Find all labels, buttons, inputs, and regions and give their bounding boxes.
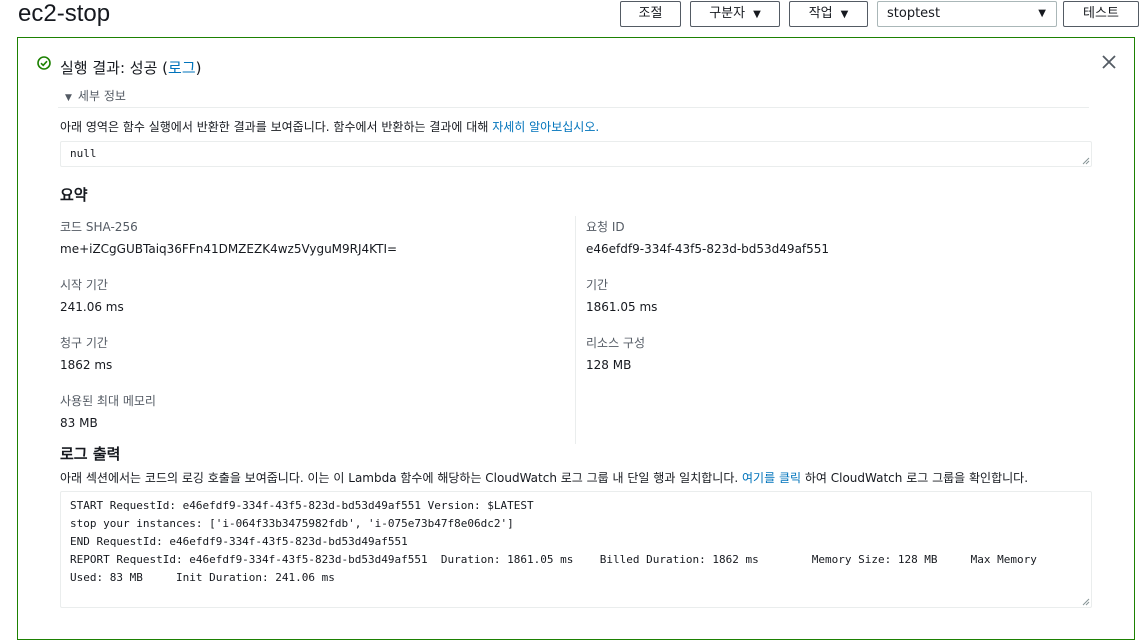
summary-grid: 코드 SHA-256 me+iZCgGUBTaiq36FFn41DMZEZK4w… xyxy=(60,216,1092,444)
field-value: e46efdf9-334f-43f5-823d-bd53d49af551 xyxy=(586,242,830,256)
log-link[interactable]: 로그 xyxy=(168,59,196,77)
field-value: 1861.05 ms xyxy=(586,300,658,314)
field-label: 코드 SHA-256 xyxy=(60,220,138,234)
field-init-duration: 시작 기간 241.06 ms xyxy=(60,276,124,316)
separator-button-label: 구분자 xyxy=(709,6,746,21)
click-here-link[interactable]: 여기를 클릭 xyxy=(742,471,801,485)
test-event-select-value: stoptest xyxy=(887,6,941,21)
summary-right-column: 요청 ID e46efdf9-334f-43f5-823d-bd53d49af5… xyxy=(586,216,1086,444)
summary-heading: 요약 xyxy=(60,186,88,204)
status-title: 실행 결과: 성공 (로그) xyxy=(60,58,201,78)
status-title-text: 실행 결과: 성공 ( xyxy=(60,59,169,77)
log-desc-start: 아래 섹션에서는 코드의 로깅 호출을 보여줍니다. 이는 이 Lambda 함… xyxy=(60,471,743,485)
field-value: 1862 ms xyxy=(60,358,113,372)
resize-handle-icon[interactable] xyxy=(1082,157,1090,165)
actions-button[interactable]: 작업 ▼ xyxy=(789,1,868,27)
success-check-icon xyxy=(37,56,51,70)
learn-more-link[interactable]: 자세히 알아보십시오. xyxy=(492,120,599,134)
field-request-id: 요청 ID e46efdf9-334f-43f5-823d-bd53d49af5… xyxy=(586,218,829,258)
field-code-sha256: 코드 SHA-256 me+iZCgGUBTaiq36FFn41DMZEZK4w… xyxy=(60,218,397,258)
field-duration: 기간 1861.05 ms xyxy=(586,276,657,316)
intro-text: 아래 영역은 함수 실행에서 반환한 결과를 보여줍니다. 함수에서 반환하는 … xyxy=(60,120,493,134)
field-label: 사용된 최대 메모리 xyxy=(60,394,156,408)
execution-result-panel: 실행 결과: 성공 (로그) ▼ 세부 정보 아래 영역은 함수 실행에서 반환한… xyxy=(17,37,1135,640)
test-button-label: 테스트 xyxy=(1083,6,1119,21)
log-output-text: START RequestId: e46efdf9-334f-43f5-823d… xyxy=(70,499,1037,584)
field-label: 청구 기간 xyxy=(60,336,108,350)
field-billed-duration: 청구 기간 1862 ms xyxy=(60,334,112,374)
details-label: 세부 정보 xyxy=(77,89,126,103)
status-title-end: ) xyxy=(195,59,202,77)
log-desc-end: 하여 CloudWatch 로그 그룹을 확인합니다. xyxy=(801,471,1029,485)
field-resource-config: 리소스 구성 128 MB xyxy=(586,334,645,374)
caret-down-icon: ▼ xyxy=(753,9,761,20)
return-value-box[interactable]: null xyxy=(60,141,1092,167)
field-label: 리소스 구성 xyxy=(586,336,646,350)
summary-left-column: 코드 SHA-256 me+iZCgGUBTaiq36FFn41DMZEZK4w… xyxy=(60,216,576,444)
return-intro-text: 아래 영역은 함수 실행에서 반환한 결과를 보여줍니다. 함수에서 반환하는 … xyxy=(60,118,599,136)
caret-down-icon: ▼ xyxy=(840,9,849,20)
log-output-box[interactable]: START RequestId: e46efdf9-334f-43f5-823d… xyxy=(60,491,1092,608)
caret-down-icon: ▼ xyxy=(1038,8,1046,19)
field-label: 기간 xyxy=(586,278,609,292)
close-icon[interactable] xyxy=(1100,53,1118,71)
adjust-button-label: 조절 xyxy=(638,6,663,21)
adjust-button[interactable]: 조절 xyxy=(620,1,681,27)
field-label: 시작 기간 xyxy=(60,278,108,292)
field-value: 241.06 ms xyxy=(60,300,124,314)
field-max-memory: 사용된 최대 메모리 83 MB xyxy=(60,392,156,432)
separator-button[interactable]: 구분자 ▼ xyxy=(690,1,780,27)
log-output-description: 아래 섹션에서는 코드의 로깅 호출을 보여줍니다. 이는 이 Lambda 함… xyxy=(60,469,1028,487)
log-output-heading: 로그 출력 xyxy=(60,445,121,463)
return-value: null xyxy=(70,147,97,160)
field-value: me+iZCgGUBTaiq36FFn41DMZEZK4wz5VyguM9RJ4… xyxy=(60,242,398,256)
details-toggle[interactable]: ▼ 세부 정보 xyxy=(65,87,126,107)
field-value: 128 MB xyxy=(586,358,632,372)
triangle-down-icon: ▼ xyxy=(65,93,72,103)
test-event-select[interactable]: stoptest ▼ xyxy=(877,1,1057,27)
actions-button-label: 작업 xyxy=(808,6,833,21)
test-button[interactable]: 테스트 xyxy=(1063,1,1139,27)
details-divider xyxy=(58,107,1089,108)
field-label: 요청 ID xyxy=(586,220,625,234)
field-value: 83 MB xyxy=(60,416,98,430)
resize-handle-icon[interactable] xyxy=(1082,598,1090,606)
page-title: ec2-stop xyxy=(18,0,111,27)
